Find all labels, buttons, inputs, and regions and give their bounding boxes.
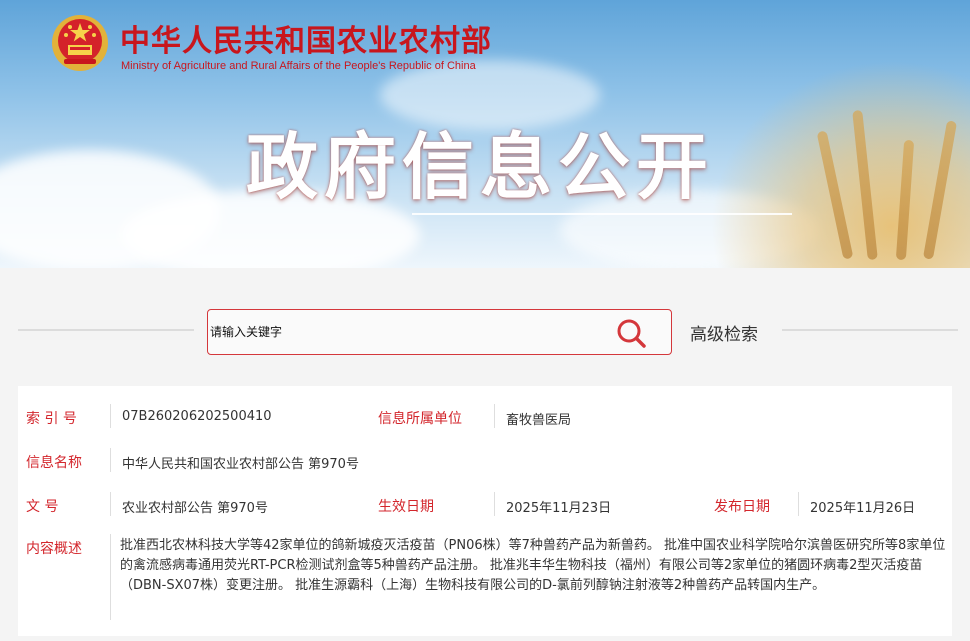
national-emblem-icon	[52, 15, 108, 71]
summary-text: 批准西北农林科技大学等42家单位的鸽新城疫灭活疫苗（PN06株）等7种兽药产品为…	[120, 538, 946, 593]
banner-title: 政府信息公开	[246, 125, 715, 209]
info-row-index: 索 引 号 07B260206202500410 信息所属单位 畜牧兽医局	[18, 386, 952, 430]
page: { "header": { "ministry_cn": "中华人民共和国农业农…	[0, 0, 970, 641]
search-box	[207, 309, 672, 355]
index-value: 07B260206202500410	[122, 409, 272, 424]
doc-label: 文 号	[26, 499, 59, 515]
search-section: 高级检索	[0, 270, 970, 380]
divider-left	[18, 329, 194, 331]
info-row-name: 信息名称 中华人民共和国农业农村部公告 第970号	[18, 430, 952, 474]
doc-value: 农业农村部公告 第970号	[122, 501, 268, 516]
publish-label: 发布日期	[714, 499, 770, 515]
search-input[interactable]	[208, 310, 608, 354]
banner-divider	[412, 213, 792, 215]
separator	[798, 492, 799, 516]
info-row-doc: 文 号 农业农村部公告 第970号 生效日期 2025年11月23日 发布日期 …	[18, 474, 952, 518]
advanced-search-link[interactable]: 高级检索	[690, 320, 758, 345]
index-label: 索 引 号	[26, 411, 77, 427]
separator	[110, 448, 111, 472]
separator	[110, 404, 111, 428]
name-value: 中华人民共和国农业农村部公告 第970号	[122, 457, 359, 472]
unit-value: 畜牧兽医局	[506, 413, 572, 428]
separator	[494, 404, 495, 428]
separator	[110, 492, 111, 516]
name-label: 信息名称	[26, 455, 82, 471]
wheat-decoration	[710, 60, 970, 268]
search-icon[interactable]	[615, 317, 649, 349]
divider-right	[782, 329, 958, 331]
summary-label: 内容概述	[26, 541, 82, 557]
separator	[494, 492, 495, 516]
effective-value: 2025年11月23日	[506, 501, 612, 516]
ministry-name-cn: 中华人民共和国农业农村部	[120, 24, 492, 59]
info-table: 索 引 号 07B260206202500410 信息所属单位 畜牧兽医局 信息…	[18, 386, 952, 636]
effective-label: 生效日期	[378, 499, 434, 515]
unit-label: 信息所属单位	[378, 411, 462, 427]
header-banner: 中华人民共和国农业农村部 Ministry of Agriculture and…	[0, 0, 970, 268]
ministry-name-en: Ministry of Agriculture and Rural Affair…	[121, 60, 476, 72]
separator	[110, 534, 111, 620]
publish-value: 2025年11月26日	[810, 501, 916, 516]
